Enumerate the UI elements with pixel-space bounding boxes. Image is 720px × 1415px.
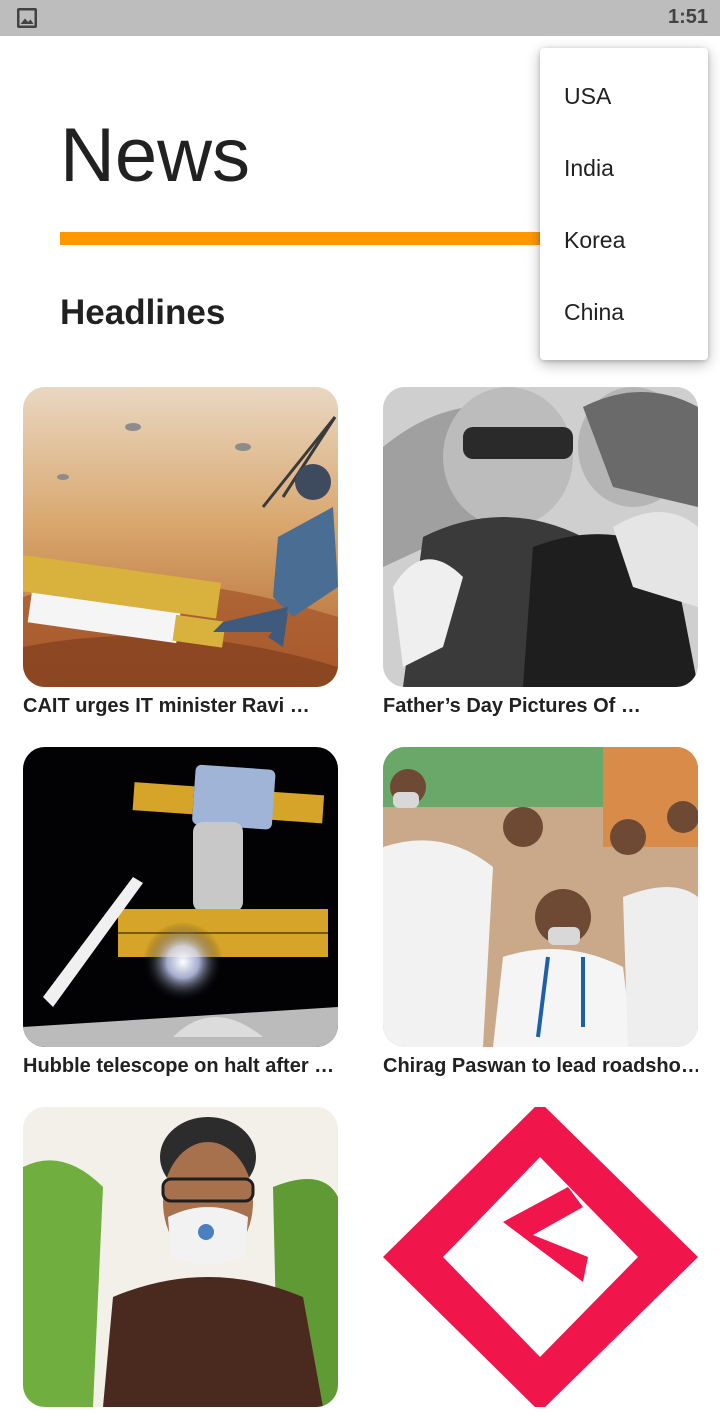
- status-time: 1:51: [667, 6, 708, 28]
- news-card[interactable]: Father’s Day Pictures Of …: [383, 387, 698, 718]
- headlines-heading: Headlines: [60, 293, 226, 332]
- image-notification-icon: [17, 8, 37, 28]
- news-image-crowd: [383, 747, 698, 1047]
- menu-item-korea[interactable]: Korea: [540, 204, 708, 276]
- news-card[interactable]: CAIT urges IT minister Ravi …: [23, 387, 338, 718]
- news-caption: Hubble telescope on halt after …: [23, 1055, 335, 1077]
- app-title: News: [60, 113, 251, 198]
- news-caption: Father’s Day Pictures Of …: [383, 695, 641, 717]
- news-card[interactable]: Chirag Paswan to lead roadsho…: [383, 747, 698, 1078]
- news-caption: Chirag Paswan to lead roadsho…: [383, 1055, 698, 1077]
- news-card[interactable]: [23, 1107, 338, 1415]
- news-image-battlegrounds: [23, 387, 338, 687]
- news-image-masked-man: [23, 1107, 338, 1407]
- status-bar: 1:51: [0, 0, 720, 36]
- menu-item-india[interactable]: India: [540, 132, 708, 204]
- news-card[interactable]: Hubble telescope on halt after …: [23, 747, 338, 1078]
- news-caption: CAIT urges IT minister Ravi …: [23, 695, 310, 717]
- news-image-family-photo: [383, 387, 698, 687]
- news-image-red-logo: [383, 1107, 698, 1407]
- news-image-hubble: [23, 747, 338, 1047]
- news-card[interactable]: [383, 1107, 698, 1415]
- menu-item-china[interactable]: China: [540, 276, 708, 348]
- country-menu: USA India Korea China: [540, 48, 708, 360]
- menu-item-usa[interactable]: USA: [540, 60, 708, 132]
